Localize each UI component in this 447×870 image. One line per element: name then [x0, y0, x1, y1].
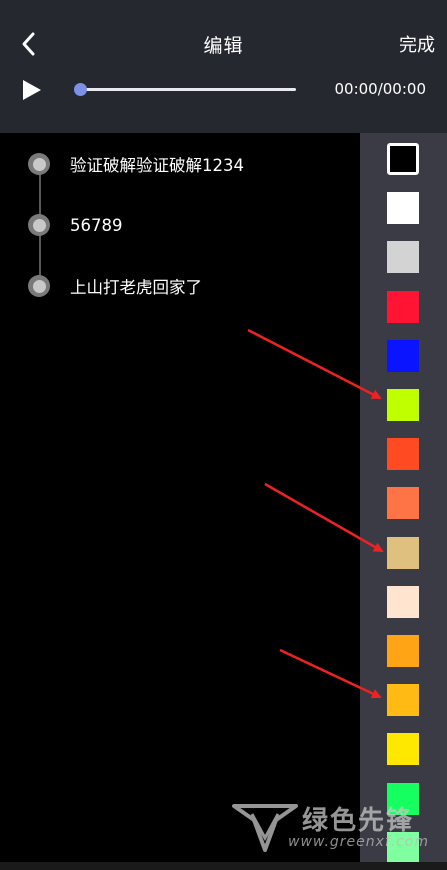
color-swatch[interactable]	[387, 635, 419, 667]
play-button[interactable]	[22, 79, 42, 101]
color-swatch[interactable]	[387, 192, 419, 224]
color-swatch[interactable]	[387, 684, 419, 716]
lyrics-panel	[0, 133, 360, 870]
time-readout: 00:00/00:00	[334, 80, 426, 98]
color-swatch[interactable]	[387, 241, 419, 273]
progress-track[interactable]	[80, 88, 296, 91]
lyric-item[interactable]: 上山打老虎回家了	[28, 274, 202, 298]
color-swatch[interactable]	[387, 586, 419, 618]
color-swatch[interactable]	[387, 537, 419, 569]
watermark-url: www.greenxf.com	[288, 834, 429, 850]
color-swatch[interactable]	[387, 389, 419, 421]
color-swatch[interactable]	[387, 438, 419, 470]
lyric-item[interactable]: 验证破解验证破解1234	[28, 152, 244, 176]
color-swatch[interactable]	[387, 143, 419, 175]
page-title: 编辑	[203, 35, 244, 57]
color-swatch[interactable]	[387, 291, 419, 323]
watermark-text: 绿色先锋	[302, 806, 415, 836]
lyric-item-label: 上山打老虎回家了	[70, 278, 202, 297]
top-bar	[0, 0, 447, 133]
progress-knob[interactable]	[74, 83, 87, 96]
play-icon	[23, 80, 41, 100]
bottom-strip	[0, 862, 447, 870]
timeline-dot-icon	[28, 153, 50, 175]
color-swatch[interactable]	[387, 487, 419, 519]
lyric-item[interactable]: 56789	[28, 213, 123, 237]
timeline-dot-icon	[28, 214, 50, 236]
lyric-item-label: 验证破解验证破解1234	[70, 156, 244, 175]
lyric-item-label: 56789	[70, 215, 123, 235]
color-swatch[interactable]	[387, 733, 419, 765]
done-button[interactable]: 完成	[399, 31, 435, 57]
timeline-dot-icon	[28, 275, 50, 297]
watermark: 绿色先锋 www.greenxf.com	[232, 798, 442, 860]
color-swatch[interactable]	[387, 340, 419, 372]
